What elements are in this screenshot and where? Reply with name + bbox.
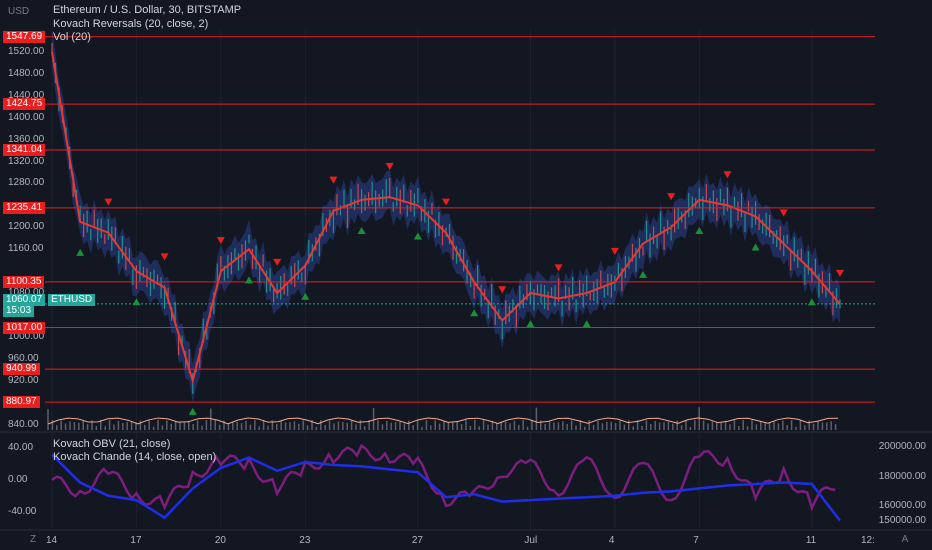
level-tag: 1341.04 [3,143,46,156]
price-tick: 920.00 [8,374,39,386]
lower-indicator-chande[interactable]: Kovach Chande (14, close, open) [53,451,216,463]
sell-marker [104,198,113,206]
sell-marker [554,264,563,272]
sell-marker [273,258,282,266]
buy-marker [807,298,816,306]
auto-scale-button[interactable]: A [898,533,912,547]
lower-left-tick: 40.00 [8,442,34,453]
time-tick: 4 [608,535,615,546]
lower-left-tick: -40.00 [8,506,37,517]
sell-marker [836,269,844,277]
level-tag: 940.99 [3,363,40,376]
buy-marker [751,243,760,251]
indicator-legend-reversals[interactable]: Kovach Reversals (20, close, 2) [53,18,208,30]
lower-indicator-obv[interactable]: Kovach OBV (21, close) [53,438,170,450]
time-tick: 17 [130,535,142,546]
price-tick: 1160.00 [8,243,44,255]
symbol-tag: ETHUSD [48,294,96,306]
buy-marker [413,232,422,240]
level-tag: 1017.00 [3,321,46,334]
lower-right-tick: 160000.00 [878,500,926,511]
price-tick: 1280.00 [8,177,45,189]
price-tick: 1320.00 [8,155,45,167]
sell-marker [160,253,169,261]
price-chart[interactable] [0,0,932,550]
sell-marker [329,176,338,184]
buy-marker [526,320,535,328]
sell-marker [442,198,450,206]
level-tag: 1100.35 [3,275,45,288]
price-tick: 1400.00 [8,111,45,123]
lower-left-tick: 0.00 [8,474,28,485]
lower-right-tick: 180000.00 [878,470,926,482]
currency-label: USD [8,6,30,17]
time-tick: 12: [861,535,875,546]
level-tag: 1424.75 [3,98,46,111]
time-tick: Jul [524,535,538,546]
price-tick: 960.00 [8,352,39,364]
sell-marker [385,162,394,170]
buy-marker [695,227,704,234]
buy-marker [582,320,591,328]
time-tick: 27 [411,535,423,546]
price-band [52,28,840,403]
sell-marker [723,171,732,179]
buy-marker [245,276,253,284]
sell-marker [498,286,507,294]
price-tick: 1360.00 [8,133,45,145]
zoom-reset-button[interactable]: Z [26,533,40,547]
time-tick: 11 [805,535,817,546]
time-tick: 23 [299,535,311,546]
indicator-legend-volume[interactable]: Vol (20) [53,31,91,43]
sell-marker [216,236,225,244]
price-tick: 840.00 [8,418,39,430]
lower-right-tick: 150000.00 [878,514,926,526]
buy-marker [188,407,197,415]
time-tick: 20 [214,535,226,546]
buy-marker [76,248,85,256]
sell-marker [779,209,788,217]
level-tag: 880.97 [3,396,40,409]
level-tag: 1547.69 [3,30,46,43]
lower-right-tick: 200000.00 [878,441,926,453]
bar-countdown: 15:03 [3,305,35,317]
time-tick: 14 [46,535,58,546]
price-tick: 1520.00 [8,45,45,57]
buy-marker [639,270,647,278]
symbol-legend[interactable]: Ethereum / U.S. Dollar, 30, BITSTAMP [53,4,241,16]
sell-marker [667,193,676,201]
level-tag: 1235.41 [3,201,46,214]
price-tick: 1480.00 [8,67,45,79]
buy-marker [132,298,141,306]
buy-marker [470,309,479,317]
price-tick: 1200.00 [8,221,45,233]
buy-marker [357,227,366,234]
time-tick: 7 [693,535,699,546]
